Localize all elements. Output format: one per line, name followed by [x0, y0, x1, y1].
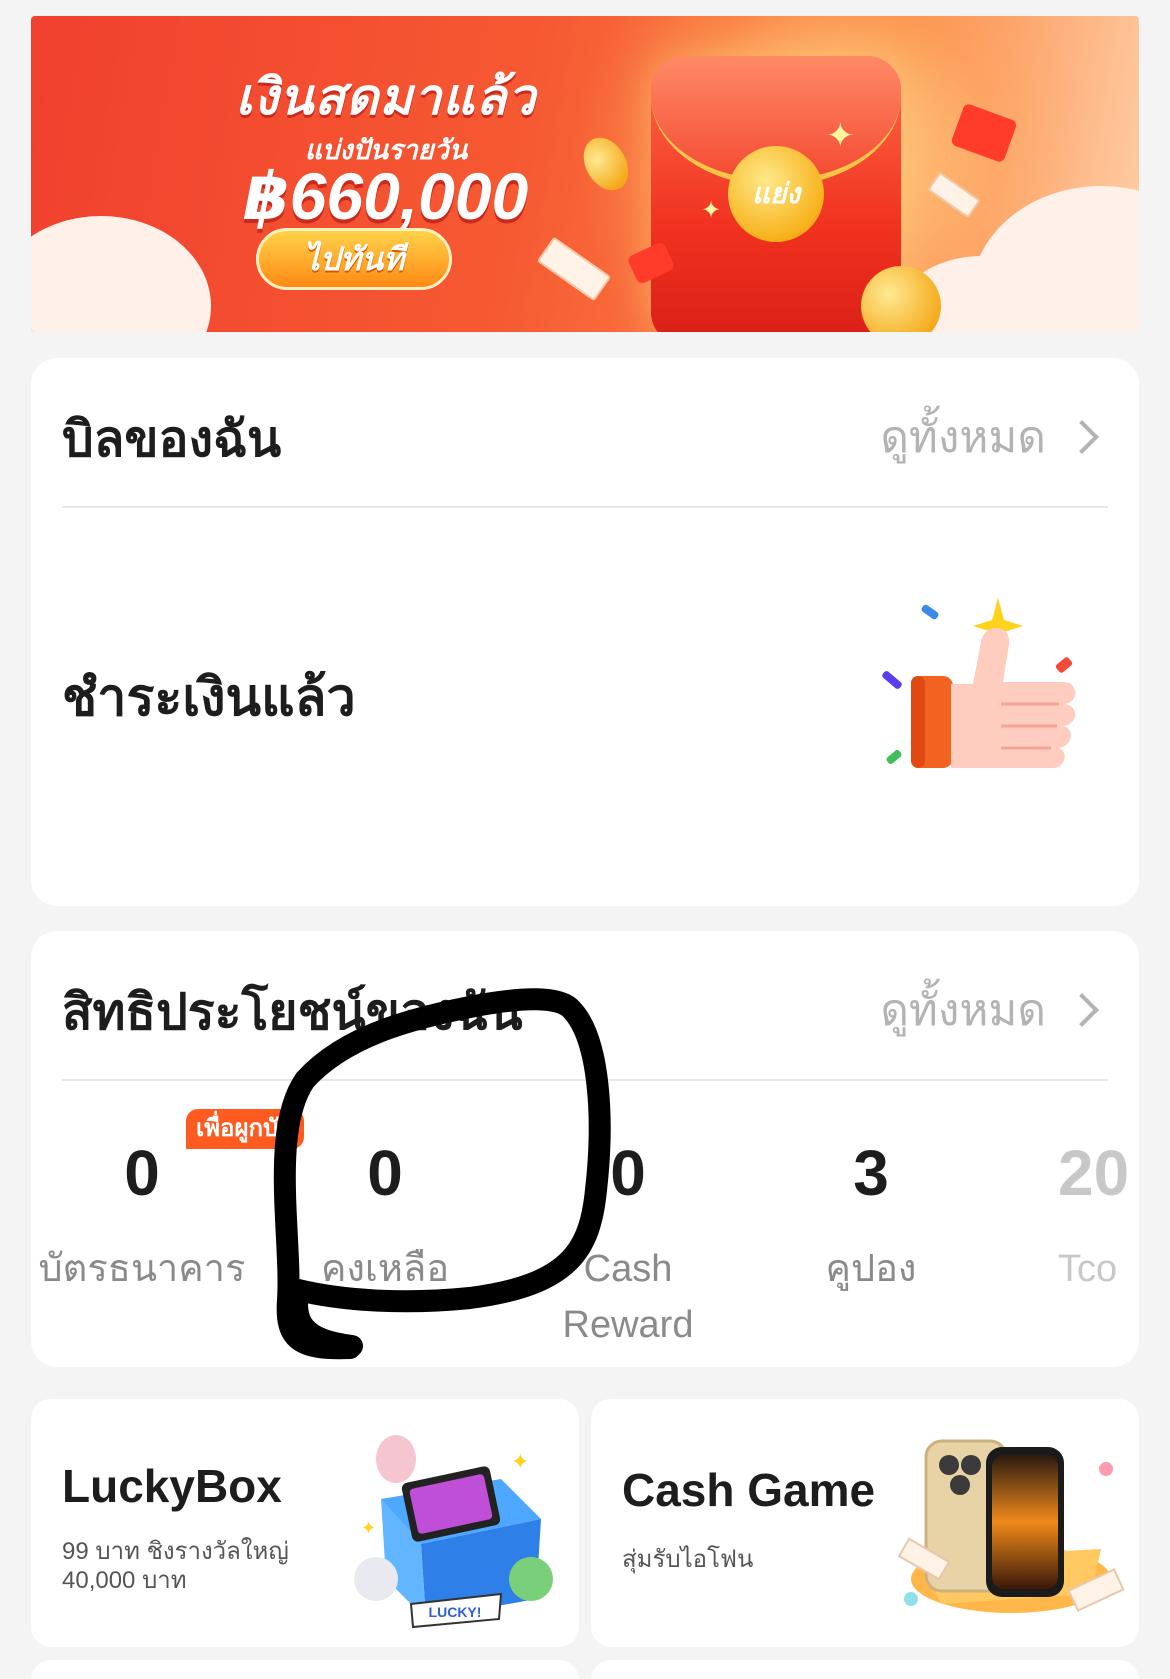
benefit-tcoin[interactable]: 20 Tco — [1004, 1141, 1139, 1297]
banner-amount: ฿660,000 — [243, 159, 529, 233]
banner-title: เงินสดมาแล้ว — [235, 69, 537, 125]
promo-banner[interactable]: เงินสดมาแล้ว แบ่งปันรายวัน ฿660,000 ไปทั… — [31, 16, 1139, 332]
luckybox-tile[interactable]: LuckyBox 99 บาท ชิงรางวัลใหญ่ 40,000 บาท… — [31, 1399, 579, 1647]
benefits-title: สิทธิประโยชน์ของฉัน — [62, 984, 523, 1040]
next-tile-edge — [31, 1660, 579, 1679]
lucky-box-art-icon: LUCKY! ✦ ✦ — [351, 1429, 571, 1629]
sparkle-icon: ✦ — [826, 117, 855, 155]
benefit-label: Tco — [1058, 1248, 1118, 1290]
lucky-art-text: LUCKY! — [429, 1604, 482, 1620]
benefit-cash-reward[interactable]: 0 Cash Reward — [518, 1141, 738, 1353]
banner-cloud — [31, 216, 211, 332]
chevron-right-icon — [1065, 993, 1099, 1027]
bill-view-all-link[interactable]: ดูทั้งหมด — [880, 402, 1108, 472]
svg-text:✦: ✦ — [361, 1518, 376, 1538]
benefit-value: 0 — [367, 1137, 403, 1209]
banner-go-button[interactable]: ไปทันที — [256, 228, 452, 290]
benefits-card-header: สิทธิประโยชน์ของฉัน ดูทั้งหมด — [62, 931, 1108, 1081]
iphone-prize-icon — [891, 1429, 1131, 1629]
benefit-label: Cash Reward — [562, 1248, 694, 1346]
bill-status: ชำระเงินแล้ว — [62, 669, 356, 727]
bill-card-header: บิลของฉัน ดูทั้งหมด — [62, 358, 1108, 508]
luckybox-title: LuckyBox — [62, 1460, 282, 1512]
benefits-view-all-link[interactable]: ดูทั้งหมด — [880, 975, 1108, 1045]
cash-game-title: Cash Game — [622, 1464, 876, 1516]
benefit-value: 20 — [1058, 1141, 1130, 1209]
sparkle-icon: ✦ — [701, 197, 722, 224]
benefit-coupons[interactable]: 3 คูปอง — [761, 1141, 981, 1297]
cash-game-desc: สุ่มรับไอโฟน — [622, 1546, 754, 1573]
my-bill-card: บิลของฉัน ดูทั้งหมด ชำระเงินแล้ว — [31, 358, 1139, 906]
svg-text:✦: ✦ — [511, 1449, 529, 1474]
benefit-value: 3 — [853, 1137, 889, 1209]
benefit-value: 0 — [610, 1137, 646, 1209]
next-tile-edge — [591, 1660, 1139, 1679]
benefit-label: บัตรธนาคาร — [38, 1248, 246, 1290]
benefit-value: 0 — [124, 1137, 160, 1209]
my-benefits-card: สิทธิประโยชน์ของฉัน ดูทั้งหมด เพื่อผูกบั… — [31, 931, 1139, 1367]
thumbs-up-icon — [841, 598, 1141, 798]
envelope-seal-coin: แย่ง — [728, 146, 824, 242]
bill-title: บิลของฉัน — [62, 411, 282, 467]
benefit-bank-card[interactable]: 0 บัตรธนาคาร — [32, 1141, 252, 1297]
view-all-label: ดูทั้งหมด — [880, 986, 1046, 1035]
luckybox-desc: 99 บาท ชิงรางวัลใหญ่ 40,000 บาท — [62, 1538, 289, 1594]
view-all-label: ดูทั้งหมด — [880, 413, 1046, 462]
chevron-right-icon — [1065, 420, 1099, 454]
benefit-label: คงเหลือ — [320, 1248, 450, 1290]
benefit-balance[interactable]: 0 คงเหลือ — [275, 1141, 495, 1297]
cash-game-tile[interactable]: Cash Game สุ่มรับไอโฟน — [591, 1399, 1139, 1647]
benefit-label: คูปอง — [825, 1248, 917, 1290]
